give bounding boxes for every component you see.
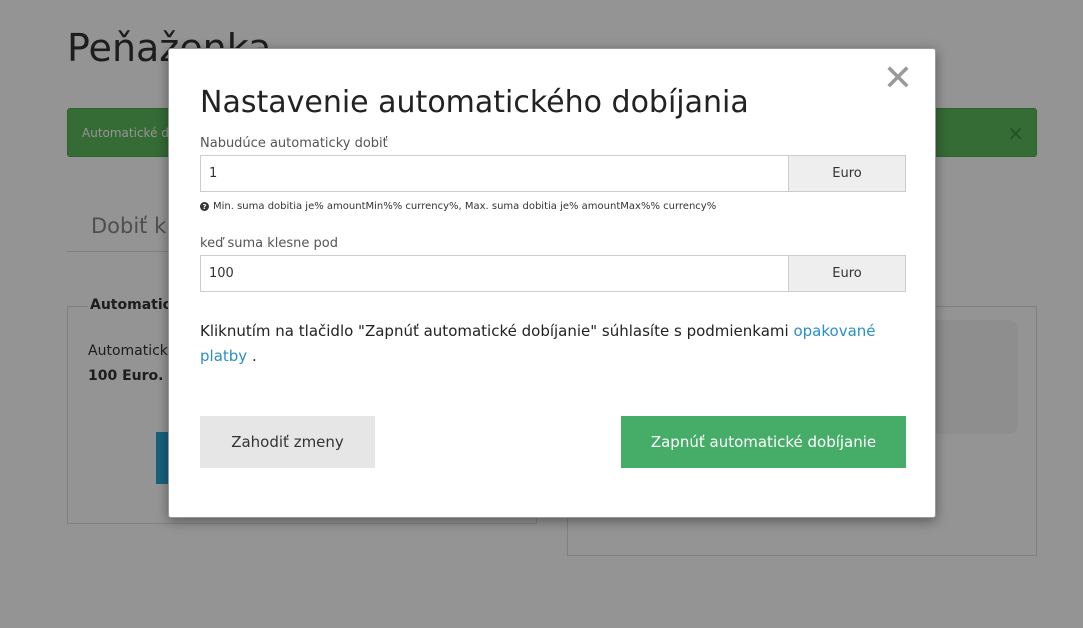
enable-auto-topup-button[interactable]: Zapnúť automatické dobíjanie	[621, 416, 906, 468]
question-circle-icon: ?	[200, 202, 209, 211]
amount-label: Nabudúce automaticky dobiť	[200, 136, 388, 151]
amount-help: ? Min. suma dobitia je% amountMin%% curr…	[200, 201, 716, 212]
terms-end: .	[247, 347, 257, 365]
terms-lead: Kliknutím na tlačidlo "Zapnúť automatick…	[200, 322, 794, 340]
threshold-label: keď suma klesne pod	[200, 236, 338, 251]
terms-text: Kliknutím na tlačidlo "Zapnúť automatick…	[200, 319, 900, 369]
discard-button[interactable]: Zahodiť zmeny	[200, 416, 375, 468]
amount-input-group: Euro	[200, 155, 906, 192]
amount-currency-addon: Euro	[788, 155, 906, 192]
modal-title: Nastavenie automatického dobíjania	[200, 85, 749, 120]
threshold-input-group: Euro	[200, 255, 906, 292]
close-icon[interactable]: ✕	[883, 61, 913, 97]
auto-topup-modal: ✕ Nastavenie automatického dobíjania Nab…	[168, 48, 936, 518]
help-text: Min. suma dobitia je% amountMin%% curren…	[213, 201, 717, 212]
threshold-currency-addon: Euro	[788, 255, 906, 292]
amount-input[interactable]	[200, 155, 788, 192]
threshold-input[interactable]	[200, 255, 788, 292]
